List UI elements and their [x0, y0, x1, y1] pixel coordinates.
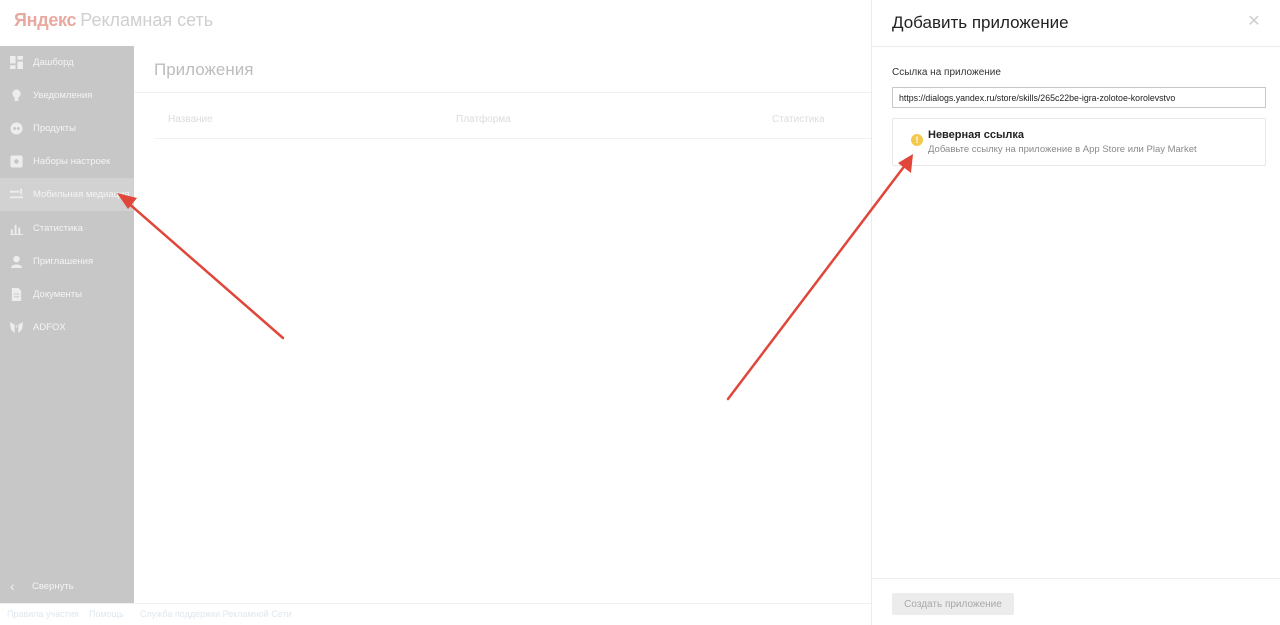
logo-product: Рекламная сеть: [80, 10, 214, 30]
column-header-statistics[interactable]: Статистика: [772, 114, 825, 125]
sidebar-item-invitations[interactable]: Приглашения: [0, 245, 134, 278]
close-icon[interactable]: ✕: [1246, 14, 1262, 30]
error-description: Добавьте ссылку на приложение в App Stor…: [928, 144, 1197, 155]
chevron-left-icon: ‹: [10, 578, 15, 594]
warning-icon: !: [911, 134, 923, 146]
sidebar-collapse-button[interactable]: ‹ Свернуть: [0, 569, 134, 603]
document-icon: [9, 288, 23, 302]
panel-footer: Создать приложение: [872, 578, 1280, 625]
sidebar-item-label: Мобильная медиация: [33, 189, 130, 200]
main-content: Приложения Название Платформа Статистика: [134, 46, 871, 603]
sidebar-item-settings-sets[interactable]: Наборы настроек: [0, 145, 134, 178]
footer-link-support[interactable]: Служба поддержки Рекламной Сети: [140, 609, 292, 619]
bar-chart-icon: [9, 222, 23, 236]
footer-link-help[interactable]: Помощь: [89, 609, 124, 619]
sidebar-item-notifications[interactable]: Уведомления: [0, 79, 134, 112]
sidebar-item-label: ADFOX: [33, 322, 66, 333]
error-message: ! Неверная ссылка Добавьте ссылку на при…: [892, 118, 1266, 166]
mediation-icon: [9, 188, 23, 202]
page-title: Приложения: [154, 60, 254, 79]
add-app-panel: Добавить приложение ✕ Ссылка на приложен…: [871, 0, 1280, 625]
column-header-name[interactable]: Название: [168, 114, 213, 125]
page-footer: Правила участия Помощь Служба поддержки …: [0, 603, 871, 625]
footer-link-rules[interactable]: Правила участия: [7, 609, 79, 619]
app-link-input[interactable]: [892, 87, 1266, 108]
sidebar-item-products[interactable]: Продукты: [0, 112, 134, 145]
sidebar-item-label: Документы: [33, 289, 82, 300]
sidebar-item-label: Наборы настроек: [33, 156, 111, 167]
adfox-icon: [9, 321, 23, 335]
error-title: Неверная ссылка: [928, 129, 1024, 141]
settings-set-icon: [9, 155, 23, 169]
create-app-button[interactable]: Создать приложение: [892, 593, 1014, 615]
sidebar: Дашборд Уведомления Продукты Наборы наст…: [0, 46, 134, 603]
collapse-label: Свернуть: [32, 580, 74, 592]
app-link-label: Ссылка на приложение: [892, 67, 1001, 78]
logo[interactable]: Яндекс Рекламная сеть: [14, 10, 213, 31]
sidebar-item-label: Уведомления: [33, 90, 93, 101]
dashboard-icon: [9, 56, 23, 70]
panel-title: Добавить приложение: [892, 13, 1069, 32]
sidebar-item-adfox[interactable]: ADFOX: [0, 311, 134, 344]
divider: [134, 92, 871, 93]
sidebar-item-documents[interactable]: Документы: [0, 278, 134, 311]
person-icon: [9, 255, 23, 269]
sidebar-item-dashboard[interactable]: Дашборд: [0, 46, 134, 79]
panel-header: Добавить приложение ✕: [872, 0, 1280, 47]
logo-brand: Яндекс: [14, 10, 77, 30]
column-header-platform[interactable]: Платформа: [456, 114, 511, 125]
sidebar-item-label: Приглашения: [33, 256, 94, 267]
products-icon: [9, 122, 23, 136]
bulb-icon: [9, 89, 23, 103]
sidebar-item-label: Продукты: [33, 123, 76, 134]
sidebar-item-label: Дашборд: [33, 57, 74, 68]
sidebar-item-mobile-mediation[interactable]: Мобильная медиация: [0, 178, 134, 211]
sidebar-item-label: Статистика: [33, 223, 83, 234]
sidebar-item-statistics[interactable]: Статистика: [0, 212, 134, 245]
table-divider: [154, 138, 871, 139]
